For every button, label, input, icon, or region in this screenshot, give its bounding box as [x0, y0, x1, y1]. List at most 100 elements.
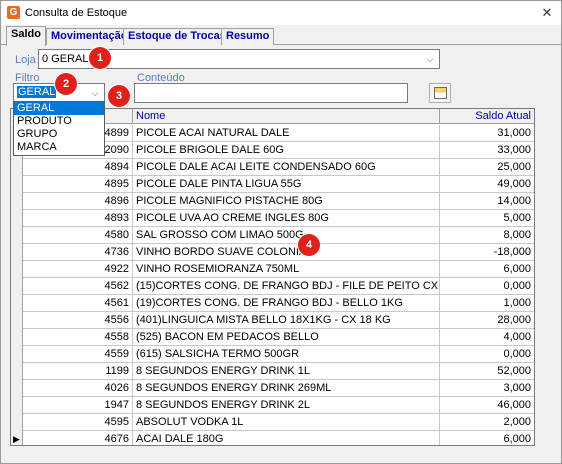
saldo-cell: -18,000: [493, 246, 531, 258]
nome-cell: VINHO BORDO SUAVE COLONIAL: [133, 244, 440, 261]
row-indicator[interactable]: [11, 295, 23, 312]
nome-cell: PICOLE UVA AO CREME INGLES 80G: [133, 210, 440, 227]
codigo-cell: 4558: [23, 329, 133, 346]
table-row[interactable]: 4558 (525) BACON EM PEDACOS BELLO 4,000: [11, 329, 534, 346]
row-indicator[interactable]: [11, 397, 23, 414]
codigo-cell: 1199: [23, 363, 133, 380]
stock-grid[interactable]: Nome Saldo Atual 4899 PICOLE ACAI NATURAL…: [10, 108, 535, 446]
nome-header[interactable]: Nome: [133, 109, 440, 124]
saldo-cell: 3,000: [503, 382, 531, 394]
codigo-cell: 1947: [23, 397, 133, 414]
tab-estoque-de-trocas[interactable]: Estoque de Trocas: [123, 28, 231, 45]
search-button[interactable]: [429, 83, 451, 103]
table-row[interactable]: ▶ 4676 ACAI DALE 180G 6,000: [11, 431, 534, 445]
nome-cell: ACAI DALE 180G: [133, 431, 440, 445]
table-row[interactable]: 4562 (15)CORTES CONG. DE FRANGO BDJ - FIL…: [11, 278, 534, 295]
filtro-option-produto[interactable]: PRODUTO: [14, 115, 104, 128]
saldo-cell: 6,000: [503, 263, 531, 275]
codigo-cell: 4922: [23, 261, 133, 278]
filtro-option-geral[interactable]: GERAL: [14, 102, 104, 115]
row-indicator[interactable]: [11, 346, 23, 363]
table-row[interactable]: 4894 PICOLE DALE ACAI LEITE CONDENSADO 60…: [11, 159, 534, 176]
chevron-down-icon[interactable]: ⌵: [423, 52, 437, 66]
row-indicator[interactable]: [11, 414, 23, 431]
saldo-cell: 52,000: [497, 365, 531, 377]
codigo-cell: 4895: [23, 176, 133, 193]
tab-bar: Saldo Movimentação Estoque de Trocas Res…: [1, 26, 561, 46]
table-row[interactable]: 1947 8 SEGUNDOS ENERGY DRINK 2L 46,000: [11, 397, 534, 414]
row-indicator[interactable]: [11, 210, 23, 227]
loja-label: Loja: [15, 54, 36, 66]
table-row[interactable]: 4580 SAL GROSSO COM LIMAO 500G 8,000: [11, 227, 534, 244]
codigo-cell: 4026: [23, 380, 133, 397]
filtro-value: GERAL: [17, 86, 57, 98]
table-row[interactable]: 4736 VINHO BORDO SUAVE COLONIAL -18,000: [11, 244, 534, 261]
nome-cell: PICOLE DALE ACAI LEITE CONDENSADO 60G: [133, 159, 440, 176]
loja-value: 0 GERAL: [42, 53, 89, 65]
codigo-cell: 4580: [23, 227, 133, 244]
saldo-cell: 5,000: [503, 212, 531, 224]
table-row[interactable]: 4922 VINHO ROSEMIORANZA 750ML 6,000: [11, 261, 534, 278]
annotation-badge-4: 4: [298, 234, 320, 256]
row-indicator[interactable]: ▶: [11, 431, 23, 445]
chevron-down-icon[interactable]: ⌵: [88, 86, 102, 100]
row-indicator[interactable]: [11, 244, 23, 261]
nome-cell: 8 SEGUNDOS ENERGY DRINK 269ML: [133, 380, 440, 397]
saldo-cell: 0,000: [503, 348, 531, 360]
row-indicator[interactable]: [11, 278, 23, 295]
row-indicator[interactable]: [11, 312, 23, 329]
row-indicator[interactable]: [11, 261, 23, 278]
saldo-cell: 1,000: [503, 297, 531, 309]
filtro-dropdown-list[interactable]: GERAL PRODUTO GRUPO MARCA: [13, 101, 105, 156]
nome-cell: (525) BACON EM PEDACOS BELLO: [133, 329, 440, 346]
nome-cell: (19)CORTES CONG. DE FRANGO BDJ - BELLO 1…: [133, 295, 440, 312]
tab-movimentacao[interactable]: Movimentação: [46, 28, 133, 45]
nome-cell: (15)CORTES CONG. DE FRANGO BDJ - FILE DE…: [133, 278, 440, 295]
saldo-cell: 4,000: [503, 331, 531, 343]
window-title: Consulta de Estoque: [25, 7, 128, 19]
row-indicator[interactable]: [11, 380, 23, 397]
filtro-option-marca[interactable]: MARCA: [14, 141, 104, 154]
conteudo-input[interactable]: [134, 83, 408, 103]
saldo-header[interactable]: Saldo Atual: [440, 109, 534, 124]
table-row[interactable]: 4896 PICOLE MAGNIFICO PISTACHE 80G 14,000: [11, 193, 534, 210]
tab-resumo[interactable]: Resumo: [221, 28, 275, 45]
nome-cell: ABSOLUT VODKA 1L: [133, 414, 440, 431]
table-row[interactable]: 4559 (615) SALSICHA TERMO 500GR 0,000: [11, 346, 534, 363]
table-row[interactable]: 4893 PICOLE UVA AO CREME INGLES 80G 5,000: [11, 210, 534, 227]
row-indicator[interactable]: [11, 159, 23, 176]
nome-cell: PICOLE MAGNIFICO PISTACHE 80G: [133, 193, 440, 210]
saldo-cell: 14,000: [497, 195, 531, 207]
table-row[interactable]: 4556 (401)LINGUICA MISTA BELLO 18X1KG - C…: [11, 312, 534, 329]
codigo-cell: 4559: [23, 346, 133, 363]
nome-cell: (615) SALSICHA TERMO 500GR: [133, 346, 440, 363]
codigo-cell: 4556: [23, 312, 133, 329]
nome-cell: PICOLE ACAI NATURAL DALE: [133, 125, 440, 142]
row-indicator[interactable]: [11, 363, 23, 380]
table-row[interactable]: 4026 8 SEGUNDOS ENERGY DRINK 269ML 3,000: [11, 380, 534, 397]
codigo-cell: 4736: [23, 244, 133, 261]
nome-cell: PICOLE DALE PINTA LIGUA 55G: [133, 176, 440, 193]
table-row[interactable]: 4895 PICOLE DALE PINTA LIGUA 55G 49,000: [11, 176, 534, 193]
saldo-cell: 8,000: [503, 229, 531, 241]
annotation-badge-2: 2: [55, 73, 77, 95]
codigo-cell: 4595: [23, 414, 133, 431]
tab-saldo[interactable]: Saldo: [6, 26, 46, 46]
saldo-cell: 49,000: [497, 178, 531, 190]
row-indicator[interactable]: [11, 193, 23, 210]
codigo-cell: 4893: [23, 210, 133, 227]
saldo-cell: 46,000: [497, 399, 531, 411]
row-indicator[interactable]: [11, 329, 23, 346]
codigo-cell: 4562: [23, 278, 133, 295]
row-indicator[interactable]: [11, 176, 23, 193]
table-row[interactable]: 4561 (19)CORTES CONG. DE FRANGO BDJ - BEL…: [11, 295, 534, 312]
table-row[interactable]: 4595 ABSOLUT VODKA 1L 2,000: [11, 414, 534, 431]
annotation-badge-3: 3: [108, 85, 130, 107]
row-indicator[interactable]: [11, 227, 23, 244]
app-icon: G: [7, 6, 20, 19]
table-row[interactable]: 1199 8 SEGUNDOS ENERGY DRINK 1L 52,000: [11, 363, 534, 380]
annotation-badge-1: 1: [89, 47, 111, 69]
filtro-option-grupo[interactable]: GRUPO: [14, 128, 104, 141]
nome-cell: 8 SEGUNDOS ENERGY DRINK 1L: [133, 363, 440, 380]
close-icon[interactable]: ✕: [537, 4, 557, 22]
